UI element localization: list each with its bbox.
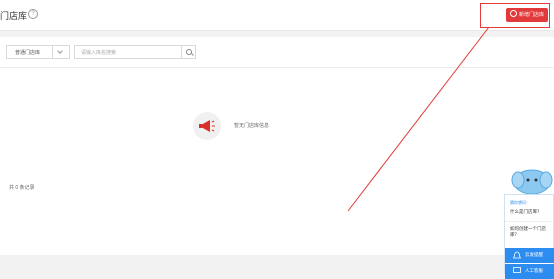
page-header: 门店库 ? 新增门店库 [0,0,554,31]
main-panel: 普通门店库 请输入库名搜索 暂无门店库信息 共 0 条记录 [0,37,554,255]
chat-prompt: 猜你想问： [510,200,530,205]
customer-service-button[interactable]: 人工客服 [505,264,554,279]
reminder-button[interactable]: 云发提醒 [505,248,554,263]
reminder-label: 云发提醒 [525,252,543,257]
record-count: 共 0 条记录 [9,185,35,191]
page-title: 门店库 [0,11,28,21]
chat-widget: 猜你想问： 什么是门店库？ 如何创建一个门店库？ 云发提醒 人工客服 [504,194,554,279]
search-icon[interactable] [181,45,196,59]
chat-question-2[interactable]: 如何创建一个门店库？ [510,226,554,238]
plus-circle-icon [510,10,517,17]
elephant-mascot-icon [511,169,553,195]
chevron-down-icon[interactable] [52,46,69,58]
customer-service-label: 人工客服 [525,268,543,273]
bell-icon [513,251,521,259]
chat-question-1[interactable]: 什么是门店库？ [510,209,554,215]
new-store-library-button[interactable]: 新增门店库 [506,8,548,22]
new-store-library-label: 新增门店库 [519,12,545,18]
divider [505,221,554,222]
help-icon[interactable]: ? [28,9,38,19]
search-input[interactable]: 请输入库名搜索 [74,45,182,59]
divider [0,67,554,68]
library-type-value: 普通门店库 [15,50,41,56]
megaphone-icon [193,112,221,140]
library-type-select[interactable]: 普通门店库 [6,45,70,59]
empty-state-text: 暂无门店库信息 [234,123,270,129]
